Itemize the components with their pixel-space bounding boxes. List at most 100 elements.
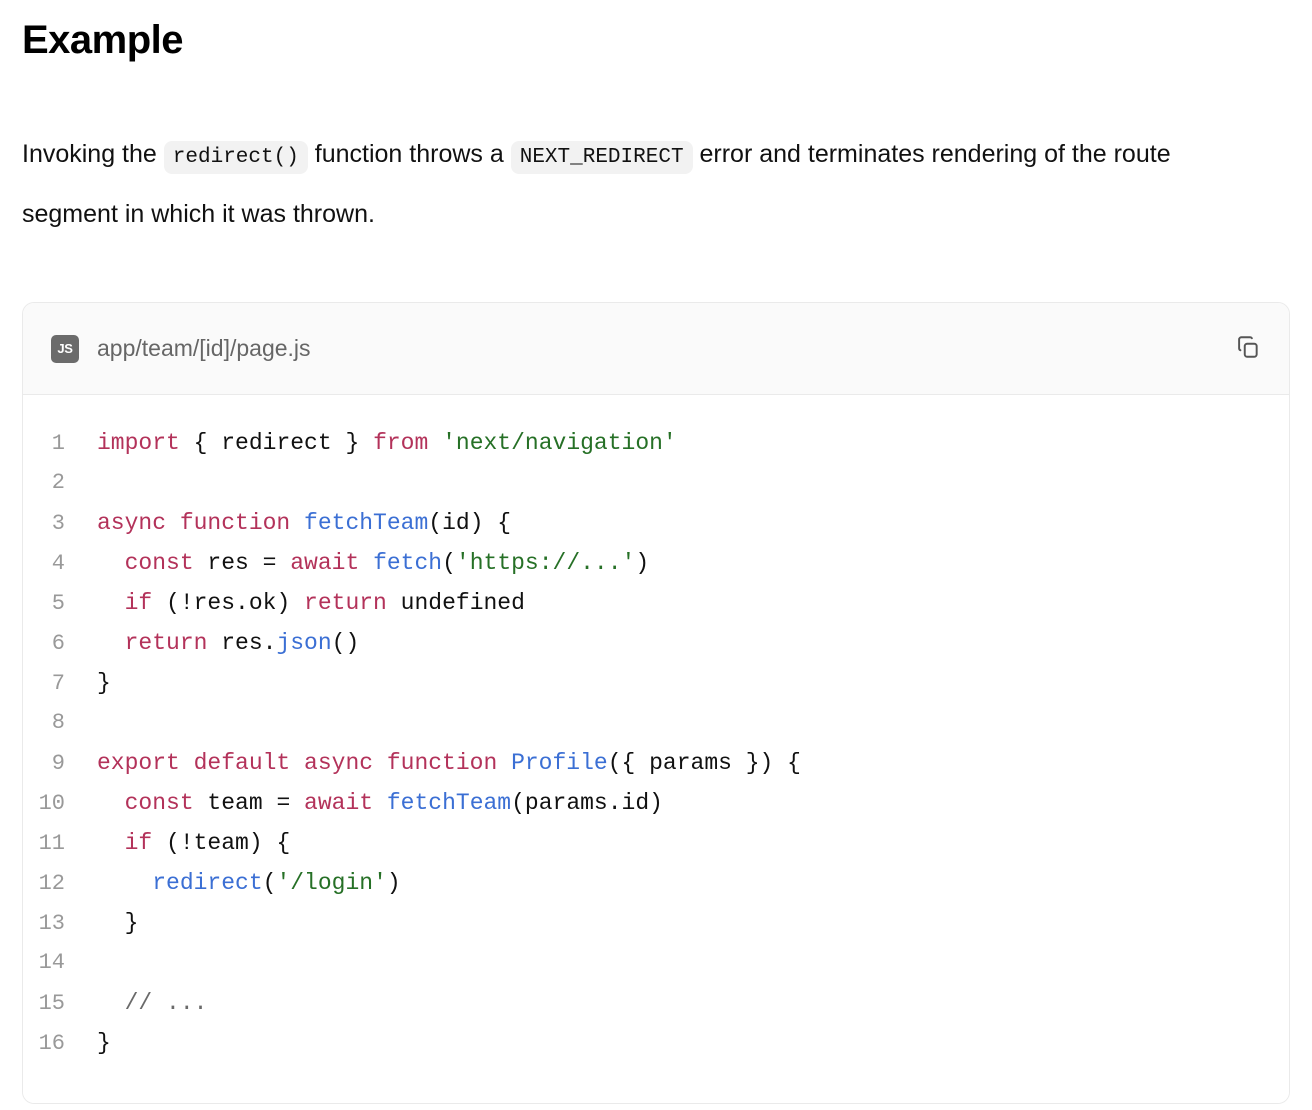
code-line: 15 // ... bbox=[23, 983, 1289, 1023]
code-line: 4 const res = await fetch('https://...') bbox=[23, 543, 1289, 583]
code-line-number: 16 bbox=[38, 1031, 65, 1056]
code-line: 3 async function fetchTeam(id) { bbox=[23, 503, 1289, 543]
code-line-number: 13 bbox=[38, 911, 65, 936]
code-line-number: 3 bbox=[51, 511, 65, 536]
paragraph-text-part-2: function throws a bbox=[314, 140, 504, 168]
code-line: 1 import { redirect } from 'next/navigati… bbox=[23, 423, 1289, 463]
code-token-kw: const bbox=[124, 550, 194, 576]
code-line-number: 11 bbox=[38, 831, 65, 856]
code-token-fn: fetchTeam bbox=[386, 790, 512, 816]
code-token-kw: if bbox=[124, 590, 153, 616]
code-block-body[interactable]: 1 import { redirect } from 'next/navigati… bbox=[23, 395, 1289, 1103]
js-language-icon: JS bbox=[51, 334, 79, 363]
code-token-kw: return bbox=[124, 630, 208, 656]
code-token-pl: res. bbox=[207, 630, 277, 656]
code-line-number: 7 bbox=[51, 671, 65, 696]
page-root: Example Invoking the redirect() function… bbox=[0, 0, 1312, 1104]
code-token-pl: ( bbox=[262, 870, 277, 896]
code-token-fn: json bbox=[276, 630, 332, 656]
code-line-number: 10 bbox=[38, 791, 65, 816]
code-token-pl: (!team) { bbox=[152, 830, 291, 856]
code-line-text: } bbox=[97, 903, 139, 943]
code-line: 14 bbox=[23, 943, 1289, 983]
code-line-text: if (!res.ok) return undefined bbox=[97, 583, 525, 623]
code-token-pl: team = bbox=[193, 790, 305, 816]
code-token-fn: redirect bbox=[152, 870, 263, 896]
code-token-pl: ) bbox=[386, 870, 401, 896]
code-line-text: } bbox=[97, 1023, 111, 1063]
code-line: 16} bbox=[23, 1023, 1289, 1063]
code-line-text: // ... bbox=[97, 983, 208, 1023]
code-token-kw: import bbox=[97, 430, 180, 456]
code-token-fn: fetchTeam bbox=[304, 510, 429, 536]
copy-code-button[interactable] bbox=[1231, 332, 1265, 366]
code-token-pl: res = bbox=[193, 550, 291, 576]
code-line-number: 6 bbox=[51, 631, 65, 656]
code-token-kw: if bbox=[124, 830, 153, 856]
code-token-pl: { redirect } bbox=[179, 430, 374, 456]
code-token-kw: async function bbox=[97, 510, 305, 536]
code-token-pl: ({ params }) { bbox=[607, 750, 801, 776]
code-token-pl: } bbox=[97, 1030, 111, 1056]
code-block-header: JS app/team/[id]/page.js bbox=[23, 303, 1289, 395]
code-token-str: '/login' bbox=[276, 870, 387, 896]
code-line: 8 bbox=[23, 703, 1289, 743]
page-title: Example bbox=[22, 18, 184, 62]
code-token-pl: } bbox=[97, 670, 111, 696]
code-token-pl: } bbox=[97, 910, 139, 936]
code-line-text: import { redirect } from 'next/navigatio… bbox=[97, 423, 677, 463]
code-token-pl: (!res.ok) bbox=[152, 590, 305, 616]
code-token-kw: await bbox=[290, 550, 360, 576]
code-token-pl: ) bbox=[635, 550, 650, 576]
code-token-kw: const bbox=[124, 790, 194, 816]
code-token-pl: (id) { bbox=[428, 510, 512, 536]
code-line: 6 return res.json() bbox=[23, 623, 1289, 663]
code-token-str: 'https://...' bbox=[455, 550, 636, 576]
code-line-text: async function fetchTeam(id) { bbox=[97, 503, 511, 543]
code-line: 11 if (!team) { bbox=[23, 823, 1289, 863]
code-token-str: 'next/navigation' bbox=[442, 430, 677, 456]
code-line-text: export default async function Profile({ … bbox=[97, 743, 801, 783]
copy-icon bbox=[1235, 334, 1261, 363]
code-line: 10 const team = await fetchTeam(params.i… bbox=[23, 783, 1289, 823]
code-line: 9 export default async function Profile({… bbox=[23, 743, 1289, 783]
code-token-fn: fetch bbox=[373, 550, 443, 576]
code-line: 2 bbox=[23, 463, 1289, 503]
code-token-kw: await bbox=[304, 790, 374, 816]
code-token-fn: Profile bbox=[511, 750, 608, 776]
code-line-number: 5 bbox=[51, 591, 65, 616]
code-line-number: 8 bbox=[51, 710, 65, 735]
code-token-kw: return bbox=[304, 590, 387, 616]
code-line-number: 4 bbox=[51, 551, 65, 576]
code-token-com: // ... bbox=[124, 990, 208, 1016]
code-line-number: 1 bbox=[51, 431, 65, 456]
code-token-pl: undefined bbox=[386, 590, 525, 616]
code-line: 13 } bbox=[23, 903, 1289, 943]
code-line-text: } bbox=[97, 663, 111, 703]
code-line-text: if (!team) { bbox=[97, 823, 291, 863]
code-token-pl: () bbox=[331, 630, 360, 656]
inline-code-redirect: redirect() bbox=[163, 141, 308, 174]
code-line-text: return res.json() bbox=[97, 623, 360, 663]
code-line-number: 14 bbox=[38, 950, 65, 975]
inline-code-next-redirect: NEXT_REDIRECT bbox=[510, 141, 693, 174]
code-line: 7} bbox=[23, 663, 1289, 703]
code-line-text: redirect('/login') bbox=[97, 863, 401, 903]
paragraph-text-part-1: Invoking the bbox=[22, 140, 157, 168]
code-line-number: 9 bbox=[51, 751, 65, 776]
code-token-pl: (params.id) bbox=[511, 790, 663, 816]
code-line-number: 12 bbox=[38, 871, 65, 896]
code-line-text: const team = await fetchTeam(params.id) bbox=[97, 783, 663, 823]
code-token-kw: export default async function bbox=[97, 750, 512, 776]
code-line: 5 if (!res.ok) return undefined bbox=[23, 583, 1289, 623]
code-block-filename: app/team/[id]/page.js bbox=[97, 335, 311, 361]
code-line-text: const res = await fetch('https://...') bbox=[97, 543, 650, 583]
